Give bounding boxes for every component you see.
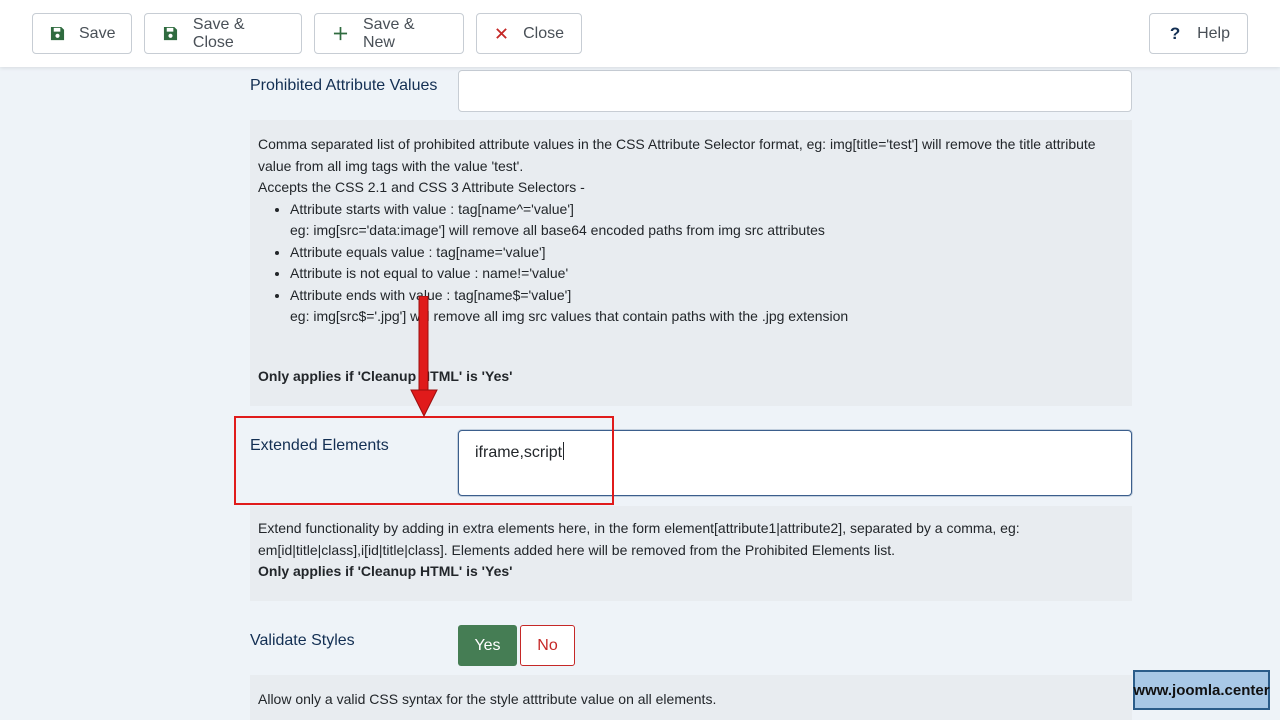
help-button[interactable]: ? Help (1149, 13, 1248, 54)
description-text: Extend functionality by adding in extra … (258, 520, 1020, 558)
save-button[interactable]: Save (32, 13, 132, 54)
plus-icon (332, 25, 349, 43)
question-icon: ? (1169, 23, 1181, 43)
close-label: Close (523, 24, 564, 42)
prohibited-attribute-values-label: Prohibited Attribute Values (250, 77, 438, 94)
applies-note: Only applies if 'Cleanup HTML' is 'Yes' (258, 367, 513, 384)
help-label: Help (1197, 24, 1230, 42)
validate-styles-yes-button[interactable]: Yes (458, 625, 517, 666)
prohibited-attribute-values-description: Comma separated list of prohibited attri… (250, 120, 1132, 406)
prohibited-attribute-values-input[interactable] (458, 70, 1132, 112)
annotation-arrow-icon (410, 296, 438, 418)
save-icon (162, 25, 179, 43)
save-label: Save (79, 24, 116, 42)
list-item: Attribute starts with value : tag[name^=… (290, 199, 1124, 242)
validate-styles-label: Validate Styles (250, 632, 355, 649)
list-item-text: Attribute is not equal to value : name!=… (290, 265, 569, 281)
highlight-box (234, 416, 614, 505)
validate-styles-no-button[interactable]: No (520, 625, 575, 666)
description-text: Comma separated list of prohibited attri… (258, 136, 1096, 174)
save-icon (50, 25, 65, 43)
description-text: Allow only a valid CSS syntax for the st… (258, 691, 717, 707)
watermark-logo: www.joomla.center (1133, 670, 1270, 710)
description-text: Accepts the CSS 2.1 and CSS 3 Attribute … (258, 179, 585, 195)
save-close-label: Save & Close (192, 15, 245, 51)
validate-styles-description: Allow only a valid CSS syntax for the st… (250, 675, 1132, 720)
applies-note: Only applies if 'Cleanup HTML' is 'Yes' (258, 563, 513, 579)
close-button[interactable]: Close (476, 13, 582, 54)
toolbar: Save Save & Close Save & New Close ? Hel… (0, 0, 1280, 67)
list-item-text: Attribute starts with value : tag[name^=… (290, 200, 574, 217)
save-new-button[interactable]: Save & New (314, 13, 464, 54)
list-item-example: eg: img[src$='.jpg'] will remove all img… (290, 308, 849, 324)
extended-elements-description: Extend functionality by adding in extra … (250, 506, 1132, 601)
list-item: Attribute is not equal to value : name!=… (290, 263, 1124, 285)
close-icon (494, 25, 509, 43)
list-item: Attribute equals value : tag[name='value… (290, 242, 1124, 264)
save-close-button[interactable]: Save & Close (144, 13, 302, 54)
list-item-example: eg: img[src='data:image'] will remove al… (290, 222, 825, 238)
list-item-text: Attribute equals value : tag[name='value… (290, 243, 546, 260)
save-new-label: Save & New (362, 15, 415, 51)
